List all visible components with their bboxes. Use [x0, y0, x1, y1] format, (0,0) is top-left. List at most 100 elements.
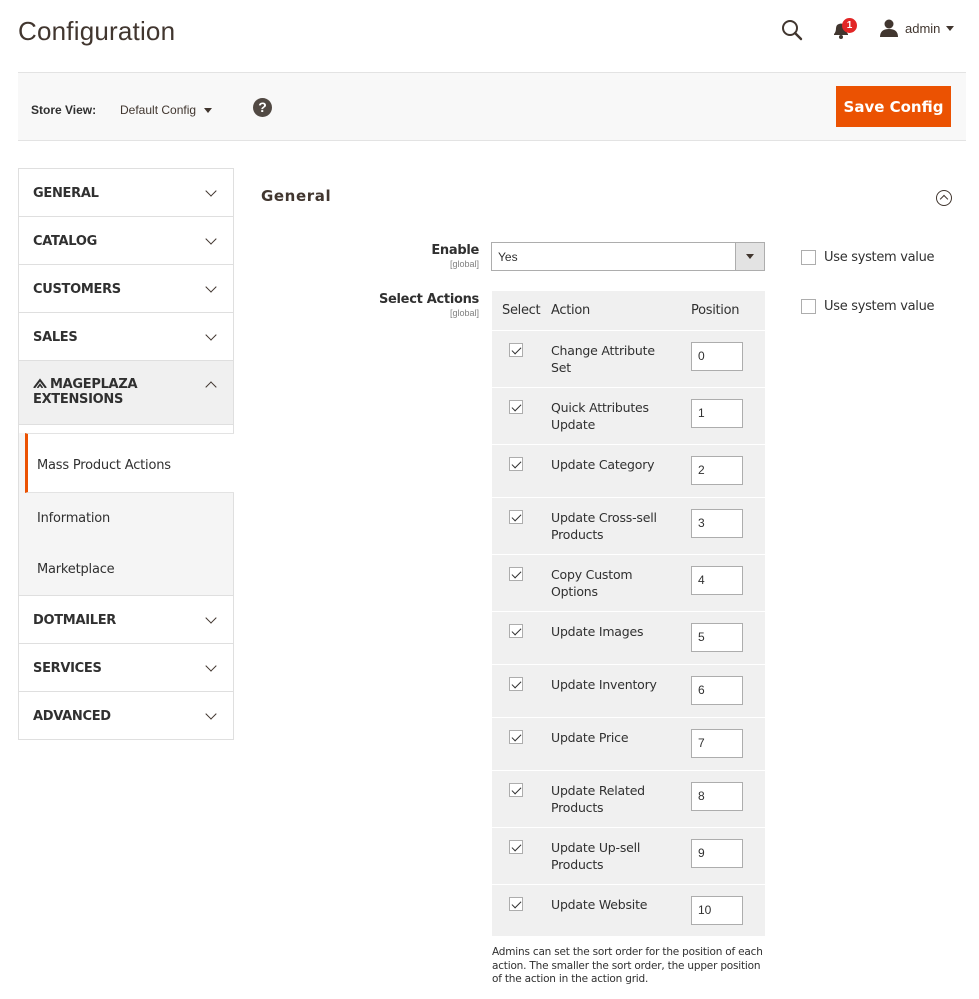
action-position-input[interactable]	[691, 455, 743, 485]
action-name-line1: Update Up-sell	[551, 839, 641, 855]
chevron-down-icon	[946, 25, 955, 31]
store-view-switcher[interactable]: Default Config	[120, 103, 213, 117]
enable-select[interactable]: Yes	[491, 242, 765, 271]
action-select-checkbox[interactable]	[509, 729, 523, 744]
action-position-input[interactable]	[691, 675, 743, 705]
action-position-input[interactable]	[691, 728, 743, 758]
action-position-input[interactable]	[691, 398, 743, 428]
notifications-count-badge: 1	[842, 18, 857, 33]
sidebar-sub-items: Mass Product Actions Information Marketp…	[19, 425, 234, 596]
action-name-cell: Update Up-sell Products	[551, 826, 691, 884]
section-title[interactable]: General	[261, 187, 331, 205]
action-name-line2: Options	[551, 583, 598, 599]
sidebar-section-label: SALES	[33, 330, 78, 345]
action-position-input[interactable]	[691, 565, 743, 595]
sidebar-section-label: MAGEPLAZA EXTENSIONS	[33, 377, 138, 407]
sidebar-section-label-line1: MAGEPLAZA	[50, 377, 138, 392]
sidebar-item-marketplace[interactable]: Marketplace	[19, 544, 233, 595]
action-position-input[interactable]	[691, 838, 743, 868]
use-system-value-checkbox[interactable]	[801, 299, 816, 314]
action-select-checkbox[interactable]	[509, 676, 523, 691]
action-name-cell: Update Images	[551, 610, 691, 664]
sidebar-section-mageplaza-extensions[interactable]: MAGEPLAZA EXTENSIONS	[19, 361, 233, 425]
sidebar-section-label: GENERAL	[33, 186, 99, 201]
action-name-line2: Products	[551, 799, 604, 815]
use-system-value-label: Use system value	[824, 250, 935, 265]
action-position-input[interactable]	[691, 622, 743, 652]
enable-select-value: Yes	[498, 250, 518, 264]
action-name-cell: Quick Attributes Update	[551, 386, 691, 444]
action-name-line1: Update Images	[551, 623, 644, 639]
mageplaza-logo-icon	[33, 378, 47, 388]
action-position-cell	[691, 826, 765, 884]
sidebar-section-services[interactable]: SERVICES	[19, 644, 233, 692]
action-position-cell	[691, 329, 765, 387]
use-system-value-checkbox[interactable]	[801, 250, 816, 265]
select-actions-use-system-value[interactable]: Use system value	[801, 299, 935, 314]
collapse-section-icon[interactable]	[936, 190, 952, 206]
action-position-cell	[691, 443, 765, 497]
action-row: Update Price	[492, 716, 765, 770]
action-name-cell: Update Related Products	[551, 769, 691, 827]
column-header-action: Action	[551, 302, 590, 318]
column-header-select: Select	[502, 302, 541, 318]
action-name-cell: Update Category	[551, 443, 691, 497]
action-select-checkbox[interactable]	[509, 623, 523, 638]
action-row: Update Cross-sell Products	[492, 496, 765, 554]
action-select-checkbox[interactable]	[509, 509, 523, 524]
action-select-cell	[492, 386, 551, 444]
chevron-down-icon	[205, 185, 217, 197]
sidebar-section-customers[interactable]: CUSTOMERS	[19, 265, 233, 313]
action-row: Update Up-sell Products	[492, 826, 765, 884]
action-position-cell	[691, 769, 765, 827]
sidebar-section-label: SERVICES	[33, 661, 102, 676]
enable-use-system-value[interactable]: Use system value	[801, 250, 935, 265]
chevron-down-icon	[205, 233, 217, 245]
save-config-button[interactable]: Save Config	[836, 86, 951, 127]
action-name-cell: Update Price	[551, 716, 691, 770]
sidebar-section-dotmailer[interactable]: DOTMAILER	[19, 596, 233, 644]
action-row: Update Website	[492, 883, 765, 936]
page-title: Configuration	[18, 16, 176, 46]
action-select-checkbox[interactable]	[509, 566, 523, 581]
sidebar-section-general[interactable]: GENERAL	[19, 169, 233, 217]
help-icon[interactable]: ?	[253, 98, 272, 117]
chevron-down-icon	[204, 107, 213, 113]
sidebar-section-advanced[interactable]: ADVANCED	[19, 692, 233, 740]
chevron-down-icon	[205, 281, 217, 293]
action-select-checkbox[interactable]	[509, 839, 523, 854]
user-menu[interactable]: admin	[879, 19, 955, 37]
action-position-cell	[691, 716, 765, 770]
action-name-cell: Copy Custom Options	[551, 553, 691, 611]
chevron-up-icon	[205, 381, 217, 393]
column-header-position: Position	[691, 302, 740, 318]
sidebar-item-mass-product-actions[interactable]: Mass Product Actions	[25, 433, 234, 493]
chevron-down-icon	[205, 329, 217, 341]
sidebar-item-information[interactable]: Information	[19, 493, 233, 544]
action-row: Update Inventory	[492, 663, 765, 717]
sidebar-section-sales[interactable]: SALES	[19, 313, 233, 361]
search-icon[interactable]	[780, 18, 804, 42]
action-position-input[interactable]	[691, 781, 743, 811]
enable-scope: [global]	[449, 259, 479, 269]
action-select-cell	[492, 663, 551, 717]
action-name-line2: Set	[551, 359, 571, 375]
action-position-input[interactable]	[691, 895, 743, 925]
sidebar-section-catalog[interactable]: CATALOG	[19, 217, 233, 265]
action-select-cell	[492, 329, 551, 387]
action-select-checkbox[interactable]	[509, 342, 523, 357]
action-select-checkbox[interactable]	[509, 896, 523, 911]
action-select-cell	[492, 883, 551, 936]
use-system-value-label: Use system value	[824, 299, 935, 314]
action-select-checkbox[interactable]	[509, 456, 523, 471]
action-position-input[interactable]	[691, 508, 743, 538]
action-select-checkbox[interactable]	[509, 399, 523, 414]
action-position-input[interactable]	[691, 341, 743, 371]
action-name-line1: Update Cross-sell	[551, 509, 657, 525]
action-name-line1: Quick Attributes	[551, 399, 649, 415]
action-select-checkbox[interactable]	[509, 782, 523, 797]
store-view-bar: Store View: Default Config ? Save Config	[18, 72, 966, 141]
chevron-down-icon	[205, 612, 217, 624]
action-select-cell	[492, 496, 551, 554]
enable-label: Enable	[431, 243, 479, 258]
